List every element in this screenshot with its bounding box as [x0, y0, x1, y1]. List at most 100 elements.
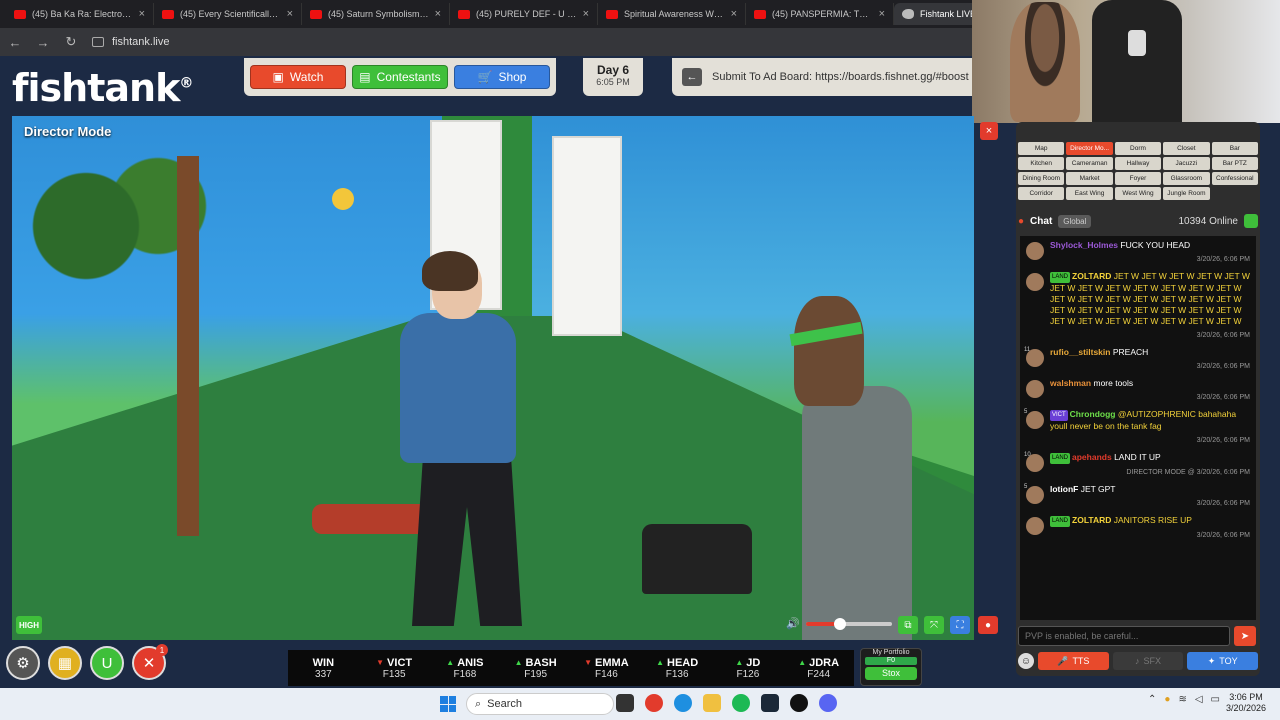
magnet-icon[interactable]: U [90, 646, 124, 680]
tools-icon[interactable]: ✕ 1 [132, 644, 168, 680]
avatar[interactable] [1026, 349, 1044, 367]
avatar[interactable] [1026, 380, 1044, 398]
room-button[interactable]: Closet [1163, 142, 1210, 155]
room-button[interactable]: Kitchen [1018, 157, 1065, 170]
chat-username[interactable]: lotionF [1050, 484, 1078, 494]
chat-message[interactable]: Shylock_Holmes FUCK YOU HEAD 3/20/26, 6:0… [1020, 236, 1256, 267]
ticker-item[interactable]: ▲ BASH F195 [500, 650, 571, 686]
chat-message[interactable]: 5 VICT Chrondogg @AUTIZOPHRENIC bahahaha y… [1020, 405, 1256, 448]
global-chat-tab[interactable]: Global [1058, 214, 1092, 228]
ad-board-text[interactable]: Submit To Ad Board: https://boards.fishn… [712, 71, 969, 83]
record-icon[interactable]: ● [978, 616, 998, 634]
chat-message[interactable]: 10 LAND apehands LAND IT UP DIRECTOR MODE @… [1020, 448, 1256, 480]
close-tab-icon[interactable]: × [879, 8, 885, 20]
site-settings-icon[interactable] [92, 37, 104, 47]
volume-knob[interactable] [834, 617, 847, 630]
obs-icon[interactable] [790, 694, 808, 712]
url-text[interactable]: fishtank.live [112, 36, 169, 48]
edge-icon[interactable] [674, 694, 692, 712]
cast-icon[interactable]: ⤧ [924, 616, 944, 634]
room-button[interactable]: Dining Room [1018, 172, 1065, 185]
close-tab-icon[interactable]: × [435, 8, 441, 20]
ticker-item[interactable]: ▼ VICT F135 [359, 650, 430, 686]
close-tab-icon[interactable]: × [731, 8, 737, 20]
room-button[interactable]: Foyer [1114, 172, 1162, 185]
room-button[interactable]: Dorm [1114, 142, 1162, 155]
chat-messages[interactable]: Shylock_Holmes FUCK YOU HEAD 3/20/26, 6:0… [1020, 236, 1256, 620]
chat-username[interactable]: walshman [1050, 378, 1091, 388]
room-button[interactable]: Confessional [1211, 172, 1258, 185]
chat-username[interactable]: Chrondogg [1070, 409, 1116, 419]
close-tab-icon[interactable]: × [287, 8, 293, 20]
browser-tab[interactable]: (45) Ba Ka Ra: Electromagnet × [6, 3, 154, 25]
browser-tab[interactable]: (45) PURELY DEF - U MAD B × [450, 3, 598, 25]
sfx-button[interactable]: ♪ SFX [1112, 652, 1184, 670]
room-button[interactable]: Corridor [1018, 187, 1065, 200]
windows-start-icon[interactable] [440, 696, 456, 712]
quality-toggle[interactable]: HIGH [16, 616, 42, 634]
room-button[interactable]: Cameraman [1066, 157, 1113, 170]
stox-button[interactable]: Stox [865, 667, 917, 680]
address-bar[interactable]: fishtank.live [92, 36, 169, 48]
back-arrow-icon[interactable]: ← [8, 35, 22, 50]
items-icon[interactable]: ▦ [48, 646, 82, 680]
contestants-button[interactable]: ▤ Contestants [352, 65, 448, 89]
chat-message[interactable]: 5 lotionF JET GPT 3/20/26, 6:06 PM [1020, 480, 1256, 511]
battery-icon[interactable]: ▭ [1211, 694, 1220, 705]
chat-message[interactable]: walshman more tools 3/20/26, 6:06 PM [1020, 374, 1256, 405]
speaker-icon[interactable]: ◁ [1195, 694, 1203, 705]
fullscreen-icon[interactable]: ⛶ [950, 616, 970, 634]
tts-button[interactable]: 🎤 TTS [1038, 652, 1109, 670]
chat-message[interactable]: LAND ZOLTARD JET W JET W JET W JET W JET … [1020, 267, 1256, 343]
ticker-item[interactable]: ▲ HEAD F136 [642, 650, 713, 686]
ticker-item[interactable]: ▼ EMMA F146 [571, 650, 642, 686]
speaker-icon[interactable]: 🔊 [786, 617, 800, 630]
wifi-icon[interactable]: ≋ [1178, 694, 1186, 705]
settings-icon[interactable]: ⚙ [6, 646, 40, 680]
avatar[interactable] [1026, 242, 1044, 260]
avatar[interactable] [1026, 273, 1044, 291]
reload-icon[interactable]: ↻ [64, 34, 78, 50]
forward-arrow-icon[interactable]: → [36, 35, 50, 50]
chat-username[interactable]: apehands [1072, 452, 1112, 462]
room-button[interactable]: Market [1066, 172, 1113, 185]
close-video-button[interactable]: × [980, 122, 998, 140]
fishtank-logo[interactable]: fishtank® [12, 66, 193, 110]
room-button[interactable]: Bar PTZ [1211, 157, 1258, 170]
ticker-item[interactable]: ▲ JD F126 [713, 650, 784, 686]
chevron-up-icon[interactable]: ⌃ [1148, 694, 1156, 705]
avatar[interactable] [1026, 411, 1044, 429]
microphone-icon[interactable]: ● [1164, 694, 1170, 705]
chat-username[interactable]: Shylock_Holmes [1050, 240, 1118, 250]
volume-slider[interactable] [805, 617, 892, 630]
room-button[interactable]: Map [1018, 142, 1065, 155]
avatar[interactable] [1026, 454, 1044, 472]
browser-tab[interactable]: (45) PANSPERMIA: The Radi × [746, 3, 894, 25]
room-button[interactable]: East Wing [1066, 187, 1113, 200]
room-button[interactable]: Jacuzzi [1163, 157, 1210, 170]
browser-tab[interactable]: (45) Every Scientifically Prov × [154, 3, 302, 25]
taskbar-search[interactable]: ⌕ Search [466, 693, 614, 715]
chat-username[interactable]: ZOLTARD [1072, 515, 1111, 525]
discord-icon[interactable] [819, 694, 837, 712]
room-button[interactable]: Hallway [1114, 157, 1162, 170]
chat-input[interactable] [1018, 626, 1230, 646]
ticker-item[interactable]: WIN 337 [288, 650, 359, 686]
chat-username[interactable]: rufio__stiltskin [1050, 347, 1110, 357]
emoji-icon[interactable]: ☺ [1018, 653, 1034, 669]
room-button[interactable]: Glassroom [1163, 172, 1210, 185]
watch-button[interactable]: ▣ Watch [250, 65, 346, 89]
task-view-icon[interactable] [616, 694, 634, 712]
volume-control[interactable]: 🔊 [786, 617, 892, 630]
room-button[interactable]: Jungle Room [1163, 187, 1210, 200]
chrome-icon[interactable] [645, 694, 663, 712]
back-arrow-icon[interactable]: ← [682, 68, 702, 86]
browser-tab[interactable]: (45) Saturn Symbolism Deep × [302, 3, 450, 25]
room-button[interactable]: Director Mo... [1066, 142, 1113, 155]
avatar[interactable] [1026, 486, 1044, 504]
ad-board-banner[interactable]: ← Submit To Ad Board: https://boards.fis… [672, 58, 972, 96]
room-button[interactable]: West Wing [1114, 187, 1162, 200]
spotify-icon[interactable] [732, 694, 750, 712]
live-video-feed[interactable] [12, 116, 974, 640]
pip-icon[interactable]: ⧉ [898, 616, 918, 634]
